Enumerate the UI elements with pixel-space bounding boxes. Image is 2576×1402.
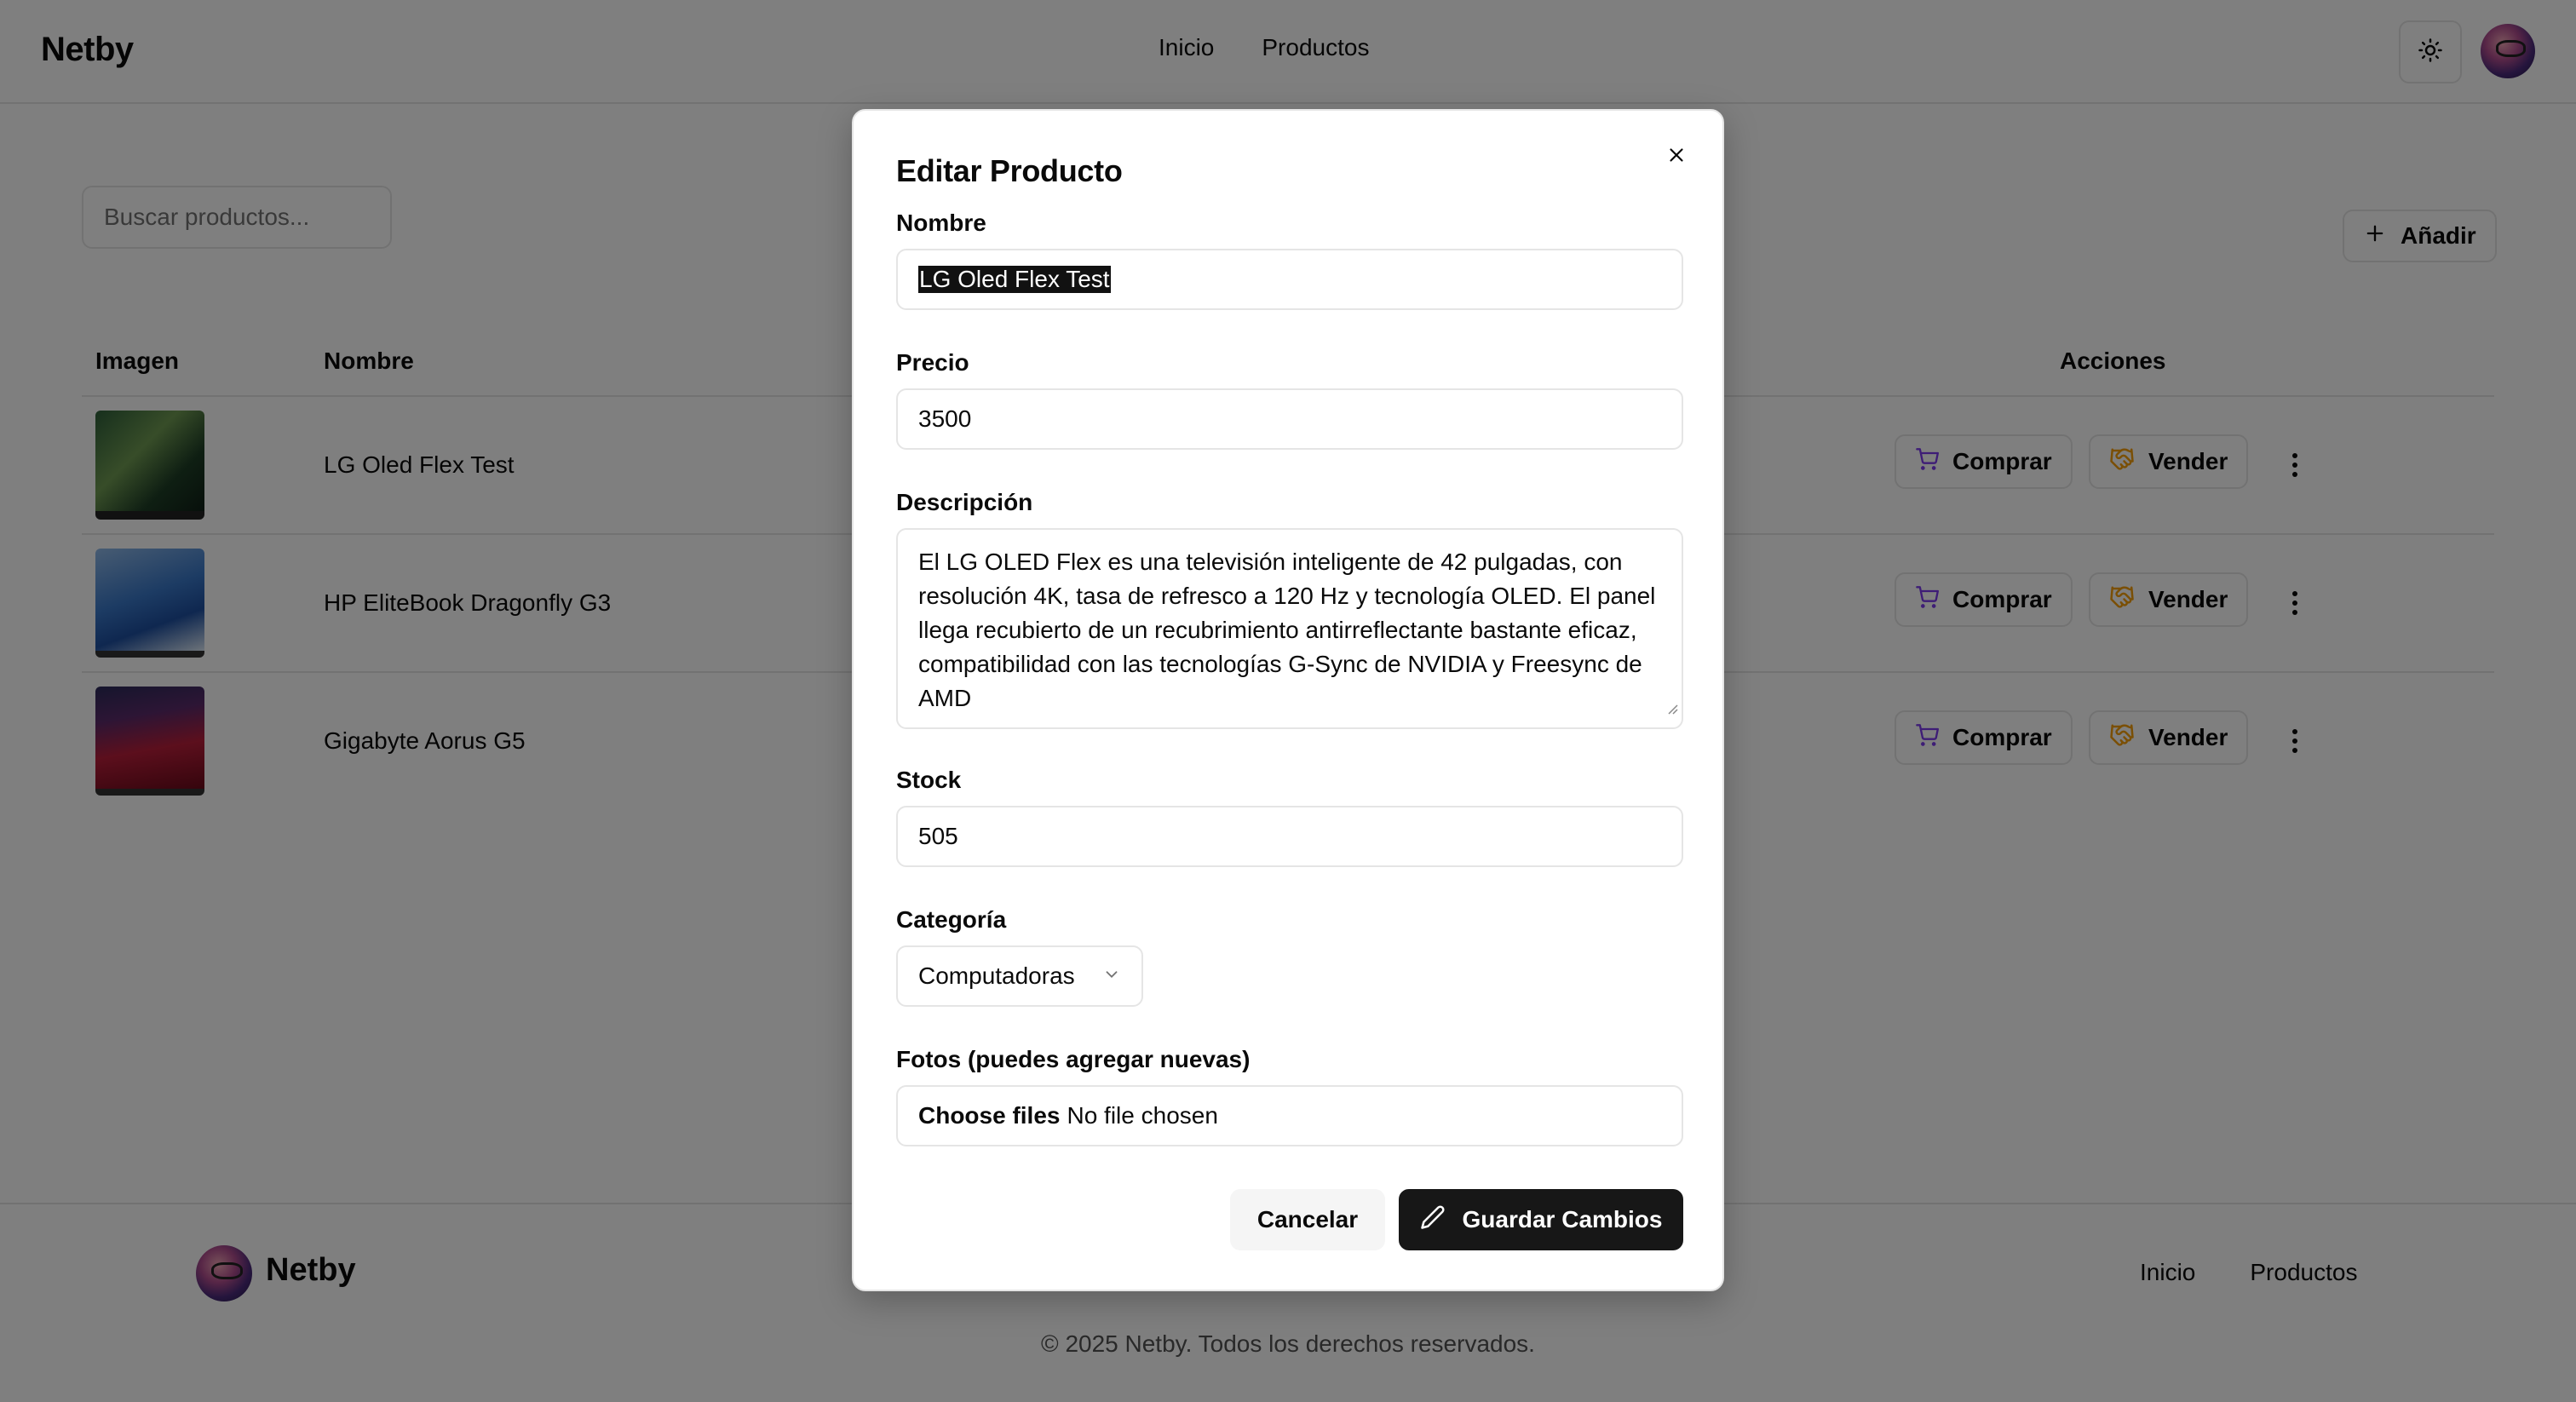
category-label: Categoría: [896, 906, 1007, 933]
photos-label: Fotos (puedes agregar nuevas): [896, 1046, 1251, 1072]
description-label: Descripción: [896, 489, 1033, 515]
stock-label: Stock: [896, 767, 962, 793]
description-value: El LG OLED Flex es una televisión inteli…: [918, 549, 1656, 711]
name-input[interactable]: LG Oled Flex Test: [896, 249, 1683, 310]
category-select[interactable]: Computadoras: [896, 945, 1143, 1007]
save-button-label: Guardar Cambios: [1462, 1206, 1663, 1232]
name-label: Nombre: [896, 210, 986, 236]
cancel-button[interactable]: Cancelar: [1230, 1189, 1385, 1250]
close-modal-button[interactable]: [1659, 140, 1693, 174]
stock-input[interactable]: 505: [896, 806, 1683, 867]
price-label: Precio: [896, 349, 969, 376]
description-textarea[interactable]: El LG OLED Flex es una televisión inteli…: [896, 528, 1683, 729]
resize-handle-icon[interactable]: [1666, 690, 1678, 724]
choose-files-button[interactable]: Choose files: [918, 1102, 1060, 1129]
close-icon: [1665, 144, 1688, 170]
stock-input-value: 505: [918, 823, 958, 849]
file-status: No file chosen: [1067, 1102, 1218, 1129]
photos-file-input[interactable]: Choose files No file chosen: [896, 1085, 1683, 1146]
save-changes-button[interactable]: Guardar Cambios: [1399, 1189, 1683, 1250]
price-input-value: 3500: [918, 405, 972, 432]
name-input-value: LG Oled Flex Test: [918, 266, 1111, 293]
edit-product-modal: Editar Producto Nombre LG Oled Flex Test…: [852, 109, 1724, 1291]
pencil-icon: [1420, 1204, 1446, 1236]
category-select-value: Computadoras: [918, 962, 1075, 989]
price-input[interactable]: 3500: [896, 388, 1683, 450]
modal-title: Editar Producto: [896, 153, 1123, 188]
chevron-down-icon: [1102, 962, 1121, 990]
